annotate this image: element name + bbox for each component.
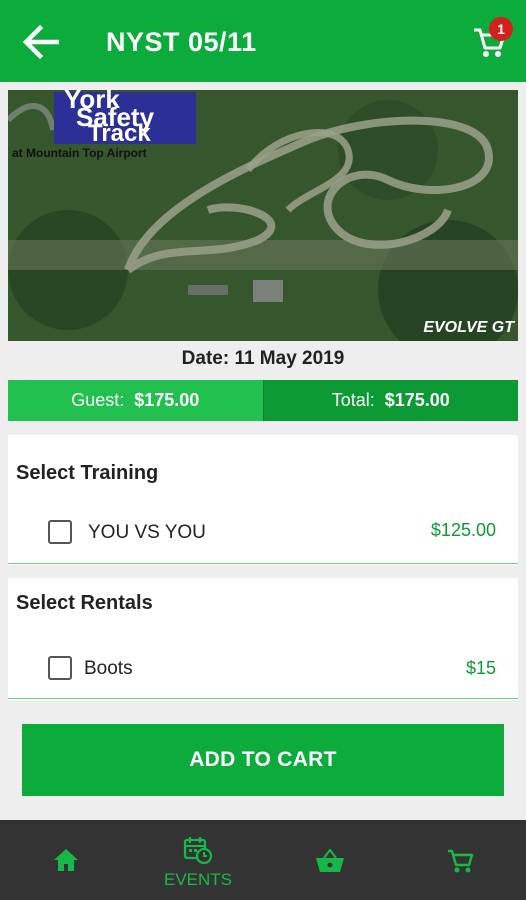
training-option-label: YOU VS YOU	[88, 522, 206, 543]
rental-option-checkbox[interactable]	[48, 656, 72, 680]
training-option-row[interactable]: YOU VS YOU $125.00	[8, 515, 518, 555]
evolve-brand-mark: EVOLVE GT	[423, 319, 514, 336]
rental-option-row[interactable]: Boots $15	[8, 652, 518, 692]
price-summary-bar: Guest: $175.00 Total: $175.00	[8, 380, 518, 421]
training-section: Select Training YOU VS YOU $125.00	[8, 435, 518, 565]
rentals-divider	[8, 698, 518, 699]
nav-item-events[interactable]: EVENTS	[148, 820, 248, 900]
logo-text-track: Track	[88, 120, 151, 147]
back-arrow-icon[interactable]	[22, 24, 62, 60]
training-section-title: Select Training	[16, 462, 159, 484]
calendar-clock-icon	[183, 837, 213, 865]
logo-subtitle: at Mountain Top Airport	[12, 146, 147, 160]
guest-price-amount: $175.00	[134, 390, 200, 410]
event-date: Date: 11 May 2019	[181, 348, 345, 369]
rentals-section-title: Select Rentals	[16, 592, 153, 614]
home-icon	[54, 849, 78, 871]
rental-option-label: Boots	[84, 658, 133, 679]
training-option-checkbox[interactable]	[48, 520, 72, 544]
rental-option-price: $15	[465, 658, 496, 678]
event-hero-image: York Safety Track at Mountain Top Airpor…	[8, 90, 518, 341]
nav-item-basket[interactable]	[290, 820, 370, 900]
total-price-amount: $175.00	[384, 390, 450, 410]
training-divider	[8, 563, 518, 564]
total-price: Total: $175.00	[262, 380, 518, 421]
app-bar: NYST 05/11 1	[0, 0, 526, 82]
guest-price-label: Guest:	[71, 390, 125, 410]
nav-label-events: EVENTS	[163, 870, 233, 889]
page-title: NYST 05/11	[106, 27, 257, 57]
total-price-label: Total:	[331, 390, 375, 410]
bottom-navigation: EVENTS	[0, 820, 526, 900]
basket-icon	[316, 849, 344, 872]
nav-item-cart[interactable]	[420, 820, 500, 900]
training-option-price: $125.00	[430, 520, 496, 540]
track-logo: York Safety Track	[54, 90, 196, 147]
rentals-section: Select Rentals Boots $15	[8, 578, 518, 700]
guest-price: Guest: $175.00	[8, 380, 263, 421]
cart-outline-icon	[448, 849, 474, 873]
cart-count-badge: 1	[489, 17, 513, 41]
add-to-cart-button[interactable]: ADD TO CART	[22, 724, 504, 796]
nav-item-home[interactable]	[26, 820, 106, 900]
